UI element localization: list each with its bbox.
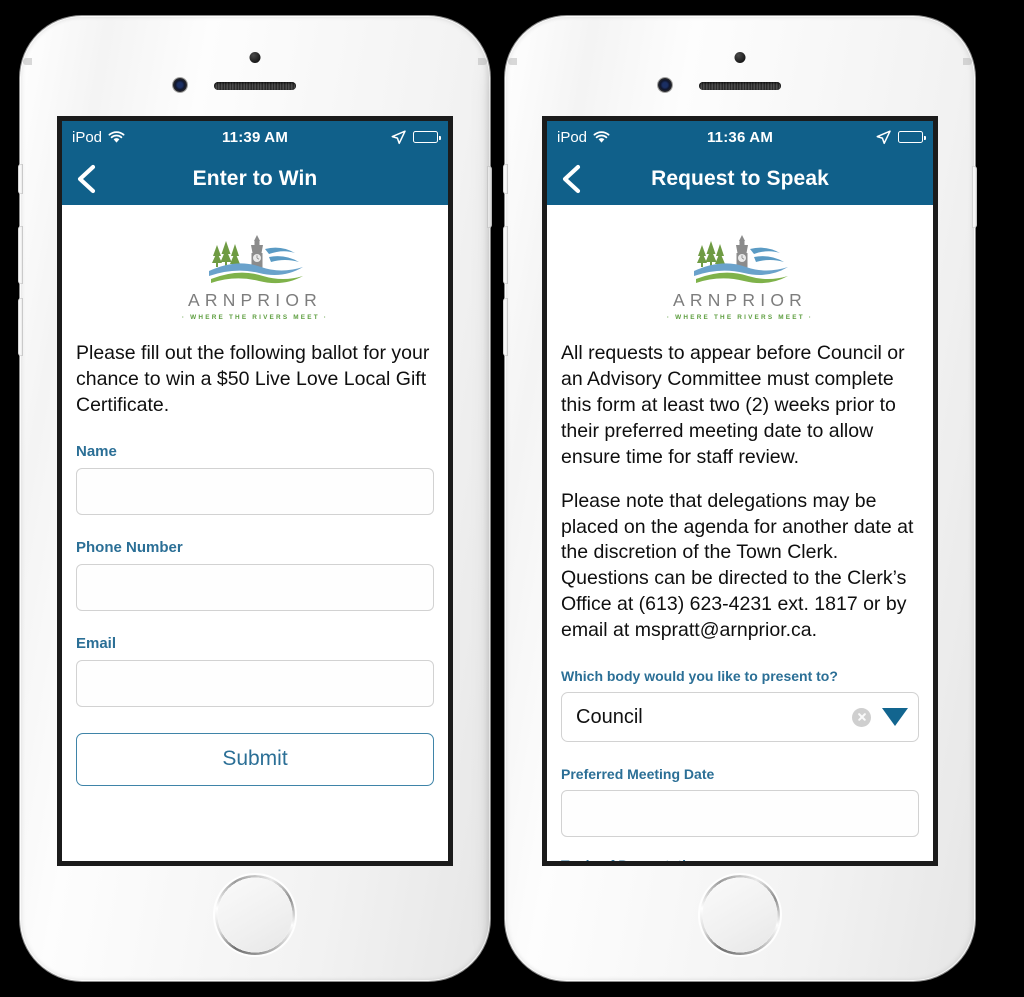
status-bar-right <box>391 129 441 145</box>
body-select-dropdown[interactable]: Council <box>561 692 919 743</box>
screen-left: iPod 11:39 AM Enter to Win ARNPRIOR · WH… <box>62 121 448 861</box>
status-bar: iPod 11:39 AM <box>62 121 448 153</box>
screen-content-right: ARNPRIOR · WHERE THE RIVERS MEET · All r… <box>547 205 933 861</box>
logo-tagline: · WHERE THE RIVERS MEET · <box>181 314 329 321</box>
arnprior-clock-tower-logo <box>694 235 788 284</box>
preferred-meeting-date-input[interactable] <box>561 790 919 838</box>
field-label-name: Name <box>76 442 117 460</box>
logo-wordmark: ARNPRIOR <box>673 290 807 310</box>
phone-number-input[interactable] <box>76 563 434 611</box>
silent-switch[interactable] <box>18 164 23 194</box>
logo-wordmark: ARNPRIOR <box>188 290 322 310</box>
home-button[interactable] <box>215 875 295 955</box>
front-camera <box>173 78 187 92</box>
chevron-left-icon[interactable] <box>74 164 100 194</box>
arnprior-logo: ARNPRIOR · WHERE THE RIVERS MEET · <box>76 205 434 327</box>
intro-paragraph: Please fill out the following ballot for… <box>76 342 430 416</box>
submit-button[interactable]: Submit <box>76 732 434 786</box>
field-label-body-select: Which body would you like to present to? <box>561 668 838 685</box>
volume-up-button[interactable] <box>503 226 508 284</box>
volume-down-button[interactable] <box>18 298 23 356</box>
power-button[interactable] <box>972 166 977 228</box>
antenna-band-right <box>478 58 487 65</box>
antenna-band-left <box>23 58 32 65</box>
form-field-email: Email <box>76 635 434 707</box>
body-select-value: Council <box>576 705 643 728</box>
intro-paragraph-1: All requests to appear before Council or… <box>561 342 905 468</box>
intro-paragraph-2: Please note that delegations may be plac… <box>561 489 914 642</box>
antenna-band-right <box>963 58 972 65</box>
name-input[interactable] <box>76 467 434 515</box>
status-bar: iPod 11:36 AM <box>547 121 933 153</box>
navigation-bar: Request to Speak <box>547 153 933 205</box>
earpiece-speaker <box>699 82 781 90</box>
front-camera <box>658 78 672 92</box>
power-button[interactable] <box>487 166 492 228</box>
page-title: Request to Speak <box>651 167 829 190</box>
volume-down-button[interactable] <box>503 298 508 356</box>
battery-icon <box>413 131 441 143</box>
form-field-phone: Phone Number <box>76 539 434 611</box>
screen-right: iPod 11:36 AM Request to Speak ARNPRIOR … <box>547 121 933 861</box>
silent-switch[interactable] <box>503 164 508 194</box>
battery-icon <box>898 131 926 143</box>
volume-up-button[interactable] <box>18 226 23 284</box>
navigation-bar: Enter to Win <box>62 153 448 205</box>
form-field-meeting-date: Preferred Meeting Date <box>561 766 919 838</box>
status-bar-right <box>876 129 926 145</box>
proximity-sensor <box>249 52 261 63</box>
location-arrow-icon <box>391 129 406 145</box>
field-label-meeting-date: Preferred Meeting Date <box>561 766 715 783</box>
clear-circle-icon[interactable] <box>852 707 871 727</box>
arnprior-clock-tower-logo <box>209 235 303 284</box>
earpiece-speaker <box>214 82 296 90</box>
screenshot-stage: iPod 11:39 AM Enter to Win ARNPRIOR · WH… <box>0 0 1024 997</box>
email-input[interactable] <box>76 659 434 707</box>
proximity-sensor <box>734 52 746 63</box>
arnprior-logo: ARNPRIOR · WHERE THE RIVERS MEET · <box>561 205 919 327</box>
page-title: Enter to Win <box>192 167 318 190</box>
field-label-phone: Phone Number <box>76 538 183 556</box>
form-field-name: Name <box>76 443 434 515</box>
device-iphone-right: iPod 11:36 AM Request to Speak ARNPRIOR … <box>503 16 977 981</box>
field-label-email: Email <box>76 634 117 652</box>
logo-tagline: · WHERE THE RIVERS MEET · <box>666 314 814 321</box>
screen-content-left: ARNPRIOR · WHERE THE RIVERS MEET · Pleas… <box>62 205 448 861</box>
home-button[interactable] <box>700 875 780 955</box>
antenna-band-left <box>508 58 517 65</box>
chevron-left-icon[interactable] <box>559 164 585 194</box>
field-label-topic-of-presentation: Topic of Presentation <box>561 857 919 861</box>
form-field-body-select: Which body would you like to present to?… <box>561 668 919 743</box>
device-iphone-left: iPod 11:39 AM Enter to Win ARNPRIOR · WH… <box>18 16 492 981</box>
location-arrow-icon <box>876 129 891 145</box>
caret-down-icon[interactable] <box>882 708 908 727</box>
